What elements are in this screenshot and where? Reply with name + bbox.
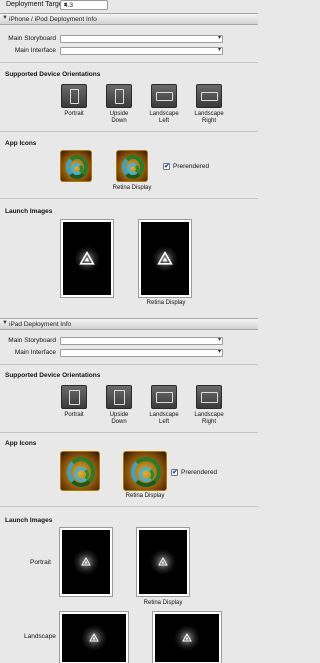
snake-logo-detail	[74, 467, 89, 482]
ipad-main-storyboard-input[interactable]: ▾	[60, 337, 223, 345]
app-icon-retina-image[interactable]	[116, 150, 148, 182]
orientation-upside-down-button[interactable]	[106, 84, 132, 108]
orientations-title: Supported Device Orientations	[5, 71, 101, 78]
launch-image-retina[interactable]	[139, 220, 191, 297]
ipad-app-icon-retina-image[interactable]	[123, 451, 167, 491]
orientation-upside-down-label: Upside Down	[109, 111, 129, 124]
ipad-orientation-portrait-button[interactable]	[61, 385, 87, 409]
chevron-down-icon: ▾	[217, 337, 221, 343]
ipad-retina-display-caption: Retina Display	[125, 493, 165, 499]
orientation-portrait-button[interactable]	[61, 84, 87, 108]
checkmark-icon: ✔	[172, 469, 178, 476]
iphone-deployment-title: iPhone / iPod Deployment Info	[9, 15, 97, 23]
ipad-launch-portrait[interactable]	[60, 528, 112, 596]
main-interface-input[interactable]: ▾	[60, 47, 223, 55]
divider	[0, 432, 258, 433]
deployment-target-row: Deployment Target 4.3 ▾	[0, 0, 258, 12]
snake-logo-detail	[139, 467, 154, 482]
prerendered-checkbox[interactable]: ✔	[163, 163, 170, 170]
unity-logo-icon	[89, 633, 99, 642]
ipad-orientation-portrait-label: Portrait	[64, 412, 84, 418]
ipad-orientation-upside-down-button[interactable]	[106, 385, 132, 409]
ipad-orientation-upside-down-label: Upside Down	[109, 412, 129, 425]
ipad-app-icon-image[interactable]	[60, 451, 100, 491]
ipad-orientation-landscape-right-label: Landscape Right	[194, 412, 224, 425]
retina-display-caption: Retina Display	[112, 185, 152, 191]
launch-portrait-label: Portrait	[30, 559, 51, 566]
main-storyboard-label: Main Storyboard	[8, 35, 56, 42]
landscape-left-icon	[156, 392, 173, 403]
checkmark-icon: ✔	[164, 163, 170, 170]
landscape-right-icon	[201, 392, 218, 403]
upside-down-icon	[115, 89, 124, 104]
ipad-launch-portrait-retina[interactable]	[137, 528, 189, 596]
ipad-orientation-landscape-left-button[interactable]	[151, 385, 177, 409]
app-icons-title: App Icons	[5, 140, 37, 147]
ipad-launch-landscape[interactable]	[60, 612, 128, 663]
divider	[0, 506, 258, 507]
ipad-app-icons-title: App Icons	[5, 440, 37, 447]
landscape-left-icon	[156, 92, 173, 101]
unity-logo-icon	[158, 557, 168, 566]
disclosure-triangle-icon: ▼	[2, 320, 8, 326]
divider	[0, 131, 258, 132]
deployment-target-label: Deployment Target	[6, 1, 65, 8]
divider	[0, 364, 258, 365]
ipad-deployment-header[interactable]: ▼ iPad Deployment Info	[0, 318, 258, 330]
chevron-down-icon: ▾	[217, 35, 221, 41]
unity-logo-icon	[182, 633, 192, 642]
launch-images-title: Launch Images	[5, 208, 53, 215]
orientation-portrait-label: Portrait	[64, 111, 84, 117]
ipad-orientation-landscape-right-button[interactable]	[196, 385, 222, 409]
launch-retina-caption: Retina Display	[146, 300, 186, 306]
launch-image-portrait[interactable]	[61, 220, 113, 297]
divider	[0, 198, 258, 199]
ipad-main-storyboard-label: Main Storyboard	[8, 337, 56, 344]
main-interface-label: Main Interface	[14, 47, 56, 54]
deployment-target-select[interactable]: 4.3 ▾	[60, 0, 108, 10]
orientation-landscape-right-button[interactable]	[196, 84, 222, 108]
unity-logo-icon	[81, 557, 91, 566]
ipad-launch-landscape-retina[interactable]	[153, 612, 221, 663]
chevron-down-icon: ▾	[217, 349, 221, 355]
snake-logo-detail	[71, 163, 83, 175]
ipad-main-interface-input[interactable]: ▾	[60, 349, 223, 357]
ipad-launch-images-title: Launch Images	[5, 517, 53, 524]
iphone-deployment-header[interactable]: ▼ iPhone / iPod Deployment Info	[0, 13, 258, 25]
app-icon-image[interactable]	[60, 150, 92, 182]
upside-down-icon	[114, 390, 125, 405]
ipad-deployment-title: iPad Deployment Info	[9, 320, 72, 328]
prerendered-label: Prerendered	[173, 163, 210, 170]
divider	[0, 62, 258, 63]
landscape-right-icon	[201, 92, 218, 101]
chevron-down-icon: ▾	[217, 47, 221, 53]
snake-logo-detail	[127, 163, 139, 175]
orientation-landscape-left-label: Landscape Left	[149, 111, 179, 124]
ipad-orientations-title: Supported Device Orientations	[5, 372, 101, 379]
portrait-icon	[70, 89, 79, 104]
ipad-prerendered-label: Prerendered	[181, 469, 218, 476]
ipad-orientation-landscape-left-label: Landscape Left	[149, 412, 179, 425]
orientation-landscape-left-button[interactable]	[151, 84, 177, 108]
main-storyboard-input[interactable]: ▾	[60, 35, 223, 43]
portrait-icon	[69, 390, 80, 405]
orientation-landscape-right-label: Landscape Right	[194, 111, 224, 124]
ipad-main-interface-label: Main Interface	[14, 349, 56, 356]
ipad-launch-retina-caption: Retina Display	[143, 600, 183, 606]
launch-landscape-label: Landscape	[24, 633, 56, 640]
chevron-down-icon: ▾	[64, 2, 68, 8]
ipad-prerendered-checkbox[interactable]: ✔	[171, 469, 178, 476]
disclosure-triangle-icon: ▼	[2, 15, 8, 21]
unity-logo-icon	[79, 250, 95, 265]
unity-logo-icon	[157, 250, 173, 265]
